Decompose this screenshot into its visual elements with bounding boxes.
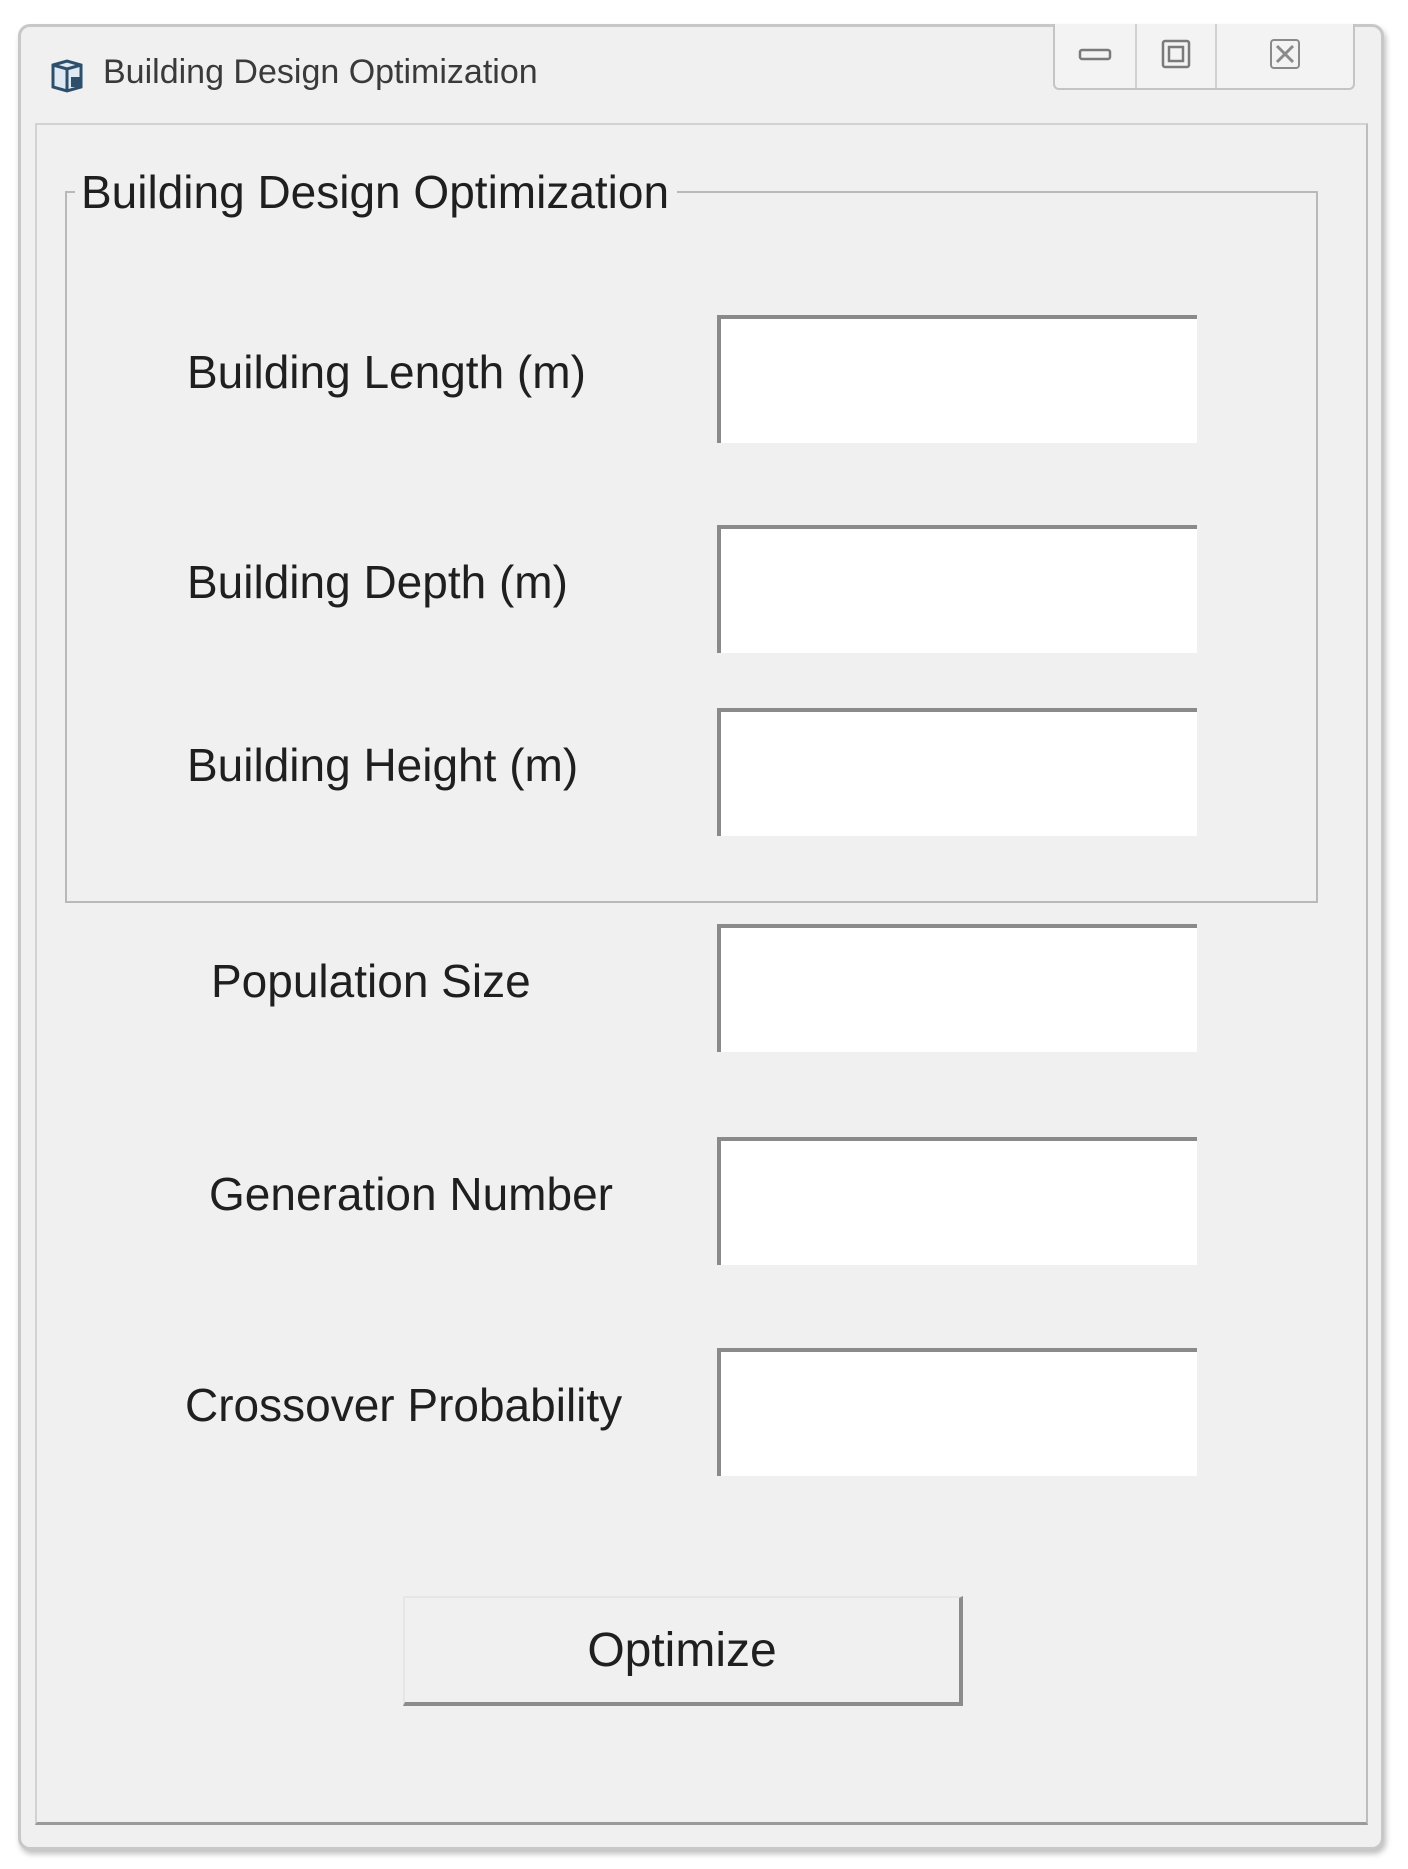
maximize-icon bbox=[1160, 38, 1192, 75]
population-size-input[interactable] bbox=[717, 924, 1197, 1052]
maximize-button[interactable] bbox=[1137, 24, 1217, 88]
form-icon[interactable] bbox=[47, 55, 87, 95]
window-controls bbox=[1053, 24, 1355, 90]
generation-number-input[interactable] bbox=[717, 1137, 1197, 1265]
close-button[interactable] bbox=[1217, 24, 1353, 88]
building-depth-label: Building Depth (m) bbox=[187, 556, 568, 608]
population-size-label: Population Size bbox=[211, 955, 531, 1007]
generation-number-label: Generation Number bbox=[209, 1168, 613, 1220]
crossover-probability-label: Crossover Probability bbox=[185, 1379, 623, 1431]
minimize-icon bbox=[1078, 44, 1112, 69]
title-bar[interactable]: Building Design Optimization bbox=[21, 24, 1381, 123]
building-height-label: Building Height (m) bbox=[187, 739, 579, 791]
building-depth-input[interactable] bbox=[717, 525, 1197, 653]
minimize-button[interactable] bbox=[1055, 24, 1137, 88]
building-length-label: Building Length (m) bbox=[187, 346, 586, 398]
groupbox-title: Building Design Optimization bbox=[75, 165, 678, 219]
optimize-button[interactable]: Optimize bbox=[403, 1596, 963, 1706]
building-length-input[interactable] bbox=[717, 315, 1197, 443]
window-title: Building Design Optimization bbox=[103, 53, 538, 91]
building-height-input[interactable] bbox=[717, 708, 1197, 836]
close-icon bbox=[1268, 37, 1302, 76]
crossover-probability-input[interactable] bbox=[717, 1348, 1197, 1476]
app-window: Building Design Optimization Building De… bbox=[18, 24, 1384, 1850]
